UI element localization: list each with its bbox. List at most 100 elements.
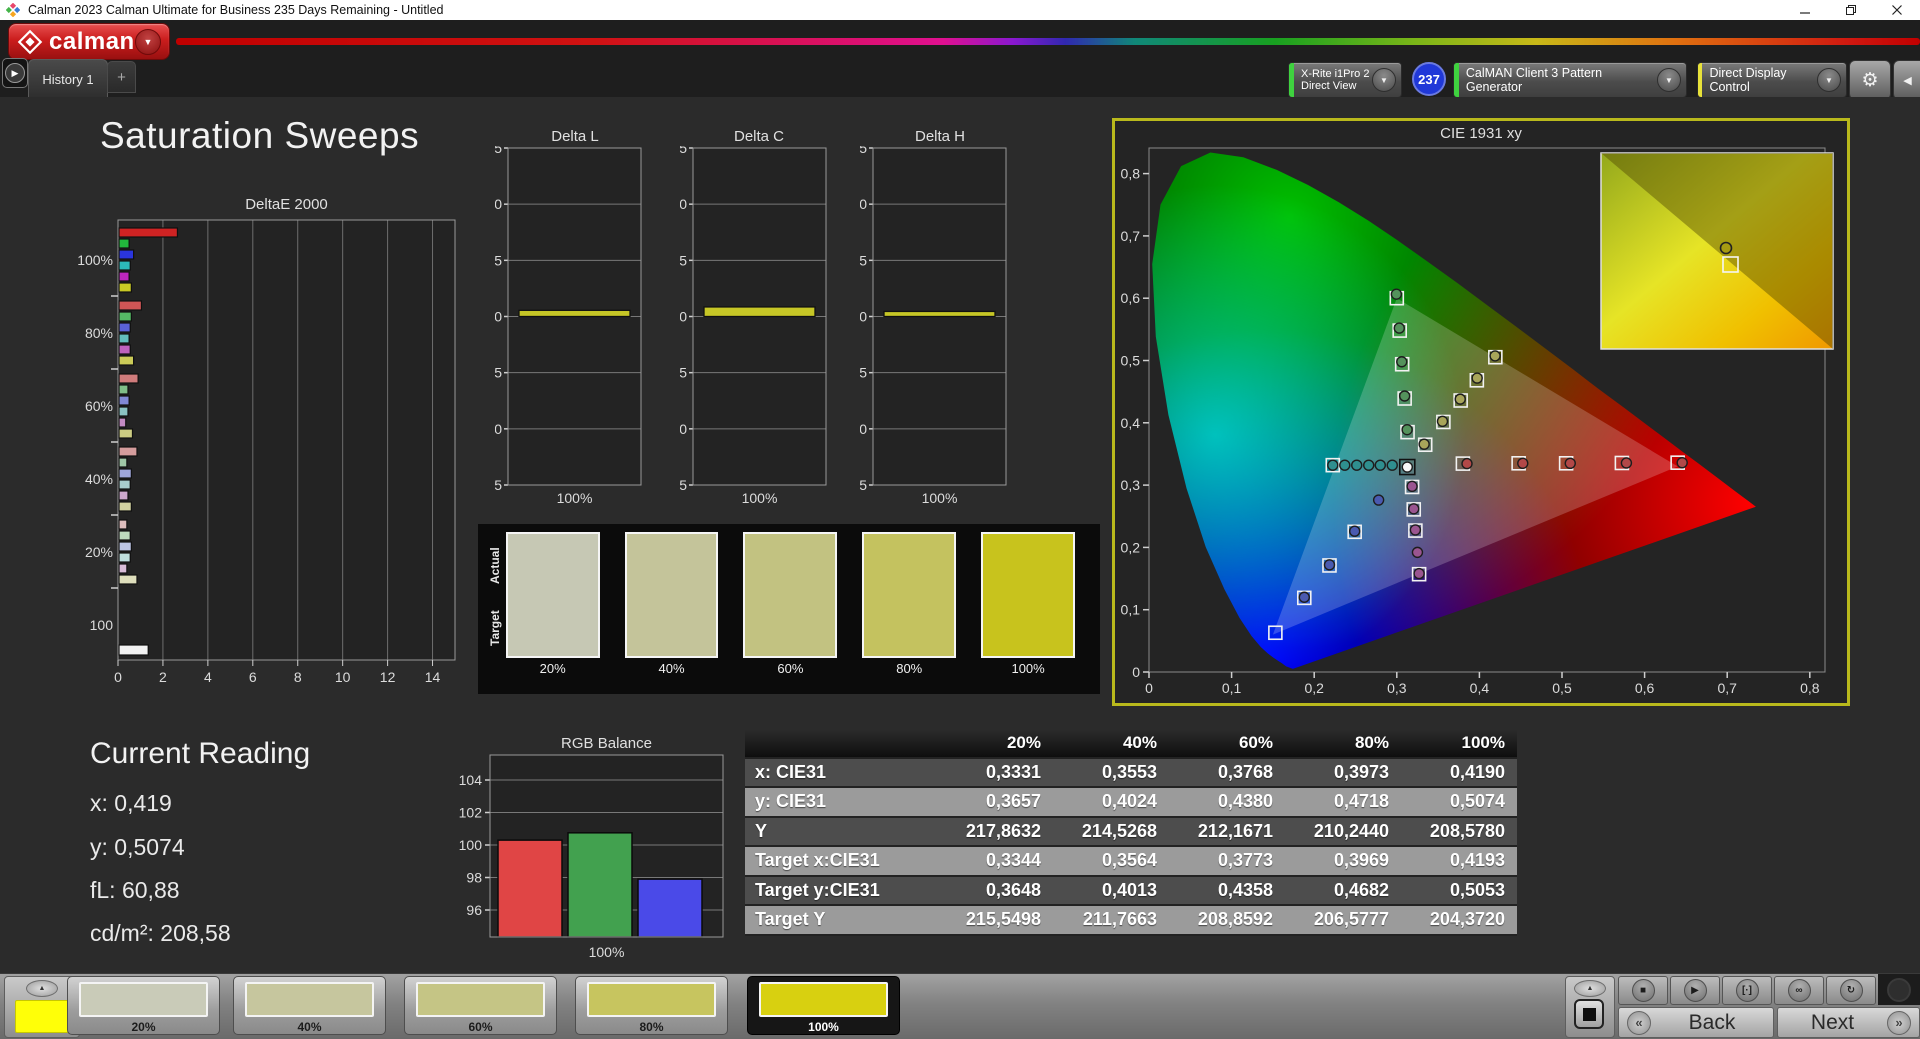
stop-button[interactable]: ■ (1618, 976, 1668, 1005)
pattern-swatch-button-20%[interactable]: 20% (67, 976, 220, 1035)
refresh-button[interactable]: ↻ (1826, 976, 1876, 1005)
svg-text:5: 5 (860, 252, 867, 268)
saturation-swatch-100%: 100% (981, 532, 1076, 694)
table-cell: 208,5780 (1401, 816, 1517, 847)
pattern-swatch-button-100%[interactable]: 100% (747, 976, 900, 1035)
chevron-down-icon: ▼ (1817, 68, 1841, 92)
svg-text:10: 10 (680, 196, 687, 212)
table-cell: 0,4358 (1169, 875, 1285, 906)
svg-text:0,3: 0,3 (1121, 477, 1141, 493)
svg-text:100%: 100% (589, 944, 625, 960)
logo-caret-down-icon: ▼ (135, 28, 161, 55)
swatch-label: 60% (777, 661, 804, 676)
delta-l-chart: 15 10 5 0 -5 -10 -15 100% (495, 146, 642, 506)
svg-text:100%: 100% (557, 490, 593, 506)
svg-text:104: 104 (459, 772, 483, 788)
chevron-down-icon: ▼ (1372, 68, 1396, 92)
window-titlebar: Calman 2023 Calman Ultimate for Business… (0, 0, 1920, 20)
rgb-balance-chart: 104 102 100 98 96 100% (459, 754, 724, 960)
pattern-swatch-button-40%[interactable]: 40% (233, 976, 386, 1035)
table-col-header: 20% (937, 729, 1053, 759)
close-button[interactable] (1874, 0, 1920, 20)
delta-l-title: Delta L (551, 128, 599, 145)
pattern-window-icon: [·] (1735, 979, 1759, 1002)
expand-up-button[interactable]: ▲ (1574, 980, 1606, 997)
bottom-bar: ▲ ▲ « Back Next » 20% 40% 60% 80% 100% ■ ▶ [·] ∞… (0, 973, 1920, 1039)
table-row-label: Target x:CIE31 (745, 846, 937, 877)
swatch-color-box (505, 532, 600, 658)
table-cell: 208,8592 (1169, 905, 1285, 936)
table-cell: 0,3648 (937, 875, 1053, 906)
tab-history-1[interactable]: History 1 (28, 59, 108, 98)
next-button[interactable]: Next » (1777, 1007, 1920, 1038)
pattern-swatch-button-80%[interactable]: 80% (575, 976, 728, 1035)
play-button[interactable]: ▶ (1670, 976, 1720, 1005)
transport-mini-panel: ▲ (1565, 976, 1615, 1038)
delta-h-chart: 15 10 5 0 -5 -10 -15 100% (860, 146, 1007, 506)
table-cell: 0,3973 (1285, 757, 1401, 788)
table-header-row: 20% 40% 60% 80% 100% (745, 729, 1517, 759)
svg-text:-5: -5 (495, 365, 502, 381)
add-tab-button[interactable]: + (107, 61, 136, 93)
table-row-label: y: CIE31 (745, 787, 937, 818)
svg-text:0: 0 (680, 309, 687, 325)
calman-diamond-icon (17, 29, 43, 54)
table-row: Y 217,8632 214,5268 212,1671 210,2440 208,578… (745, 816, 1517, 847)
rainbow-stripe (176, 38, 1920, 45)
delta-c-chart: 15 10 5 0 -5 -10 -15 100% (680, 146, 827, 506)
table-cell: 204,3720 (1401, 905, 1517, 936)
svg-text:100%: 100% (742, 490, 778, 506)
svg-text:-15: -15 (680, 477, 687, 493)
svg-text:102: 102 (459, 805, 483, 821)
swatch-color-box (743, 532, 838, 658)
table-row: x: CIE31 0,3331 0,3553 0,3768 0,3973 0,4190 (745, 757, 1517, 788)
current-reading-fl: fL: 60,88 (90, 877, 180, 903)
pattern-swatch-label: 80% (639, 1020, 664, 1034)
collapse-panel-button[interactable]: ◀ (1893, 60, 1920, 100)
table-cell: 0,3553 (1053, 757, 1169, 788)
table-cell: 211,7663 (1053, 905, 1169, 936)
table-cell: 0,3564 (1053, 846, 1169, 877)
svg-text:98: 98 (466, 870, 482, 886)
svg-text:5: 5 (680, 252, 687, 268)
pattern-color-box (759, 982, 888, 1017)
table-cell: 217,8632 (937, 816, 1053, 847)
pattern-swatch-label: 40% (297, 1020, 322, 1034)
table-cell: 215,5498 (937, 905, 1053, 936)
pattern-window-button[interactable]: [·] (1722, 976, 1772, 1005)
pattern-swatch-label: 60% (468, 1020, 493, 1034)
stop-pattern-button[interactable] (1574, 999, 1604, 1029)
expand-up-button[interactable]: ▲ (26, 980, 58, 997)
svg-text:100%: 100% (922, 490, 958, 506)
minimize-button[interactable] (1782, 0, 1828, 20)
svg-text:0,7: 0,7 (1121, 228, 1141, 244)
continuous-measure-button[interactable]: ∞ (1774, 976, 1824, 1005)
workflow-nav-button[interactable]: ▶ (2, 58, 28, 88)
back-label: Back (1688, 1010, 1736, 1034)
table-cell: 0,4024 (1053, 787, 1169, 818)
svg-text:0: 0 (1132, 664, 1140, 680)
swatch-label: 20% (539, 661, 566, 676)
deltae-chart-title: DeltaE 2000 (245, 196, 328, 213)
svg-text:60%: 60% (85, 398, 113, 414)
restore-button[interactable] (1828, 0, 1874, 20)
settings-gear-button[interactable]: ⚙ (1849, 60, 1891, 100)
pattern-swatch-button-60%[interactable]: 60% (404, 976, 557, 1035)
svg-text:14: 14 (425, 669, 441, 685)
svg-text:0,8: 0,8 (1800, 680, 1820, 696)
current-pattern-chip[interactable] (15, 1000, 69, 1033)
calman-menu-button[interactable]: calman ▼ (8, 23, 170, 60)
back-button[interactable]: « Back (1618, 1007, 1774, 1038)
svg-text:-5: -5 (860, 365, 867, 381)
pattern-generator-dropdown[interactable]: CalMAN Client 3 Pattern Generator ▼ (1453, 62, 1687, 98)
svg-text:100: 100 (90, 617, 114, 633)
calman-logo-word: calman (49, 27, 135, 55)
display-control-dropdown[interactable]: Direct Display Control ▼ (1697, 62, 1847, 98)
pattern-generator-label: CalMAN Client 3 Pattern Generator (1465, 66, 1603, 94)
target-label: Target (487, 610, 502, 647)
svg-text:10: 10 (335, 669, 351, 685)
swatch-label: 80% (896, 661, 923, 676)
meter-count-badge[interactable]: 237 (1412, 62, 1446, 96)
table-cell: 0,5074 (1401, 787, 1517, 818)
meter-dropdown[interactable]: X-Rite i1Pro 2 Direct View ▼ (1288, 62, 1402, 98)
